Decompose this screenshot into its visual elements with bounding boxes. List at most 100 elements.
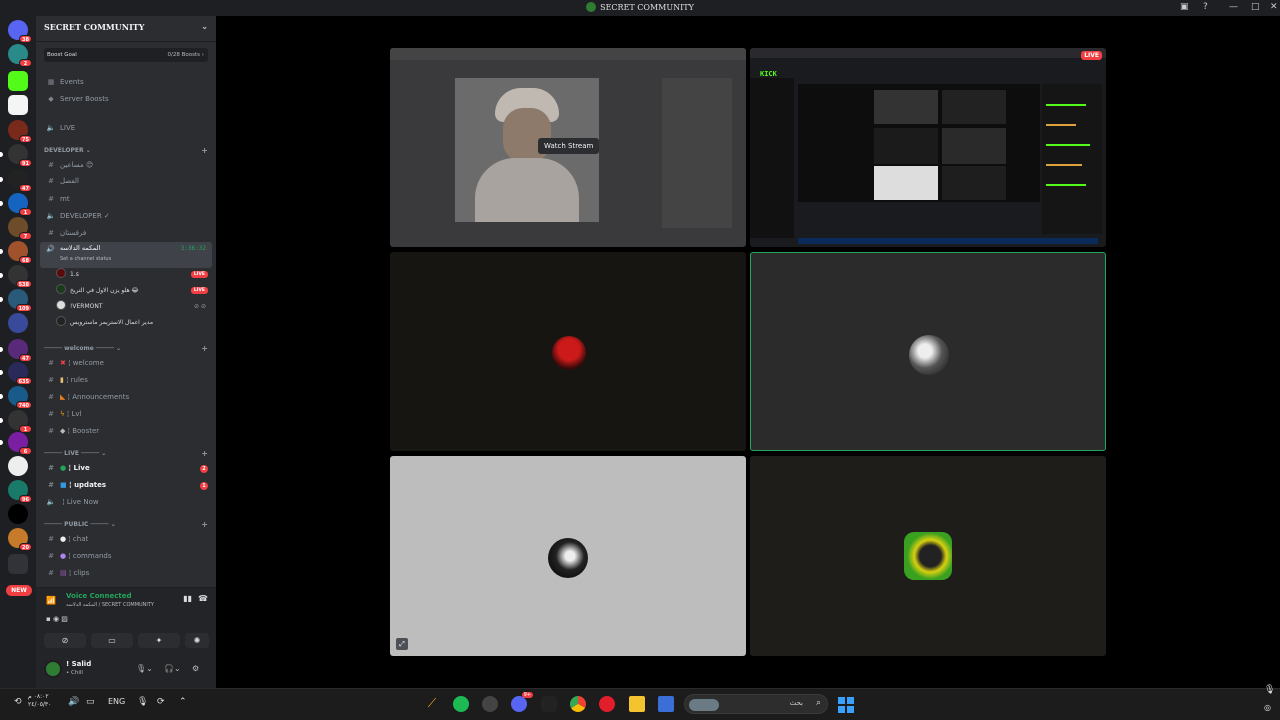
text-channel-chat[interactable]: # ● ¦ chat: [40, 532, 212, 547]
watch-stream-button[interactable]: Watch Stream: [538, 138, 600, 154]
folder-icon[interactable]: [8, 554, 28, 574]
server-header[interactable]: SECRET COMMUNITY ⌄: [36, 16, 216, 42]
headphones-icon[interactable]: 🎧⌄: [164, 664, 181, 673]
server-icon[interactable]: [8, 95, 28, 115]
category-public[interactable]: ───── PUBLIC ───── ⌄ +: [44, 520, 212, 530]
voice-user[interactable]: 1.s LIVE: [56, 267, 212, 283]
maximize-button[interactable]: □: [1251, 2, 1260, 12]
server-icon[interactable]: 91: [0, 144, 32, 167]
network-icon[interactable]: ⟲: [14, 697, 22, 707]
voice-channel-selected[interactable]: 🔊 المكمه الدلاسه 3:36:32 Set a channel s…: [40, 242, 212, 268]
server-icon[interactable]: 75: [8, 120, 32, 143]
help-icon[interactable]: ?: [1203, 2, 1208, 12]
camera-off-button[interactable]: ⊘: [44, 633, 86, 648]
category-welcome[interactable]: ───── welcome ───── ⌄ +: [44, 344, 212, 354]
text-channel[interactable]: # مساعين 😊: [40, 158, 212, 173]
discord-icon[interactable]: 9+: [511, 692, 533, 712]
server-icon[interactable]: 20: [8, 528, 32, 551]
text-channel-updates[interactable]: # ■ ¦ updates 1: [40, 478, 212, 493]
category-live[interactable]: ───── LIVE ───── ⌄ +: [44, 449, 212, 459]
soundboard-icon[interactable]: ▮▮: [183, 594, 192, 603]
text-channel-lvl[interactable]: # ϟ ¦ Lvl: [40, 407, 212, 422]
server-icon[interactable]: 7: [8, 217, 32, 240]
server-icon[interactable]: 1: [0, 193, 32, 216]
participant-tile[interactable]: ⤢: [390, 456, 746, 656]
direct-messages-icon[interactable]: 38: [8, 20, 32, 43]
spotify-icon[interactable]: [453, 696, 469, 712]
server-icon[interactable]: 68: [0, 241, 32, 264]
microphone-icon[interactable]: 🎙⌄: [136, 664, 153, 673]
language-indicator[interactable]: ENG: [108, 697, 125, 706]
app-icon[interactable]: [599, 696, 615, 712]
server-icon[interactable]: 47: [0, 339, 32, 362]
add-channel-icon[interactable]: +: [201, 344, 208, 354]
text-channel-commands[interactable]: # ● ¦ commands: [40, 549, 212, 564]
server-icon[interactable]: 538: [0, 265, 32, 288]
text-channel[interactable]: # الفصل: [40, 174, 212, 189]
app-icon[interactable]: [541, 696, 557, 712]
chevron-up-icon[interactable]: ⌃: [179, 697, 187, 707]
server-icon[interactable]: [8, 456, 28, 476]
participant-tile-speaking[interactable]: [750, 252, 1106, 451]
server-boosts-item[interactable]: ◆ Server Boosts: [40, 92, 212, 107]
text-channel[interactable]: # فرقستان: [40, 226, 212, 241]
add-channel-icon[interactable]: +: [201, 146, 208, 156]
participant-tile[interactable]: [390, 252, 746, 451]
soundboard-button[interactable]: ✺: [185, 633, 209, 648]
voice-channel[interactable]: 🔈 DEVELOPER ✓: [40, 209, 212, 224]
text-channel-rules[interactable]: # ▮ ¦ rules: [40, 373, 212, 388]
server-icon[interactable]: 109: [0, 289, 32, 312]
app-icon[interactable]: [482, 696, 498, 712]
activities-button[interactable]: ✦: [138, 633, 180, 648]
add-channel-icon[interactable]: +: [201, 449, 208, 459]
text-channel-live[interactable]: # ● ¦ Live 2: [40, 461, 212, 476]
server-icon[interactable]: 96: [8, 480, 32, 503]
server-icon[interactable]: 6: [0, 432, 32, 455]
close-button[interactable]: ✕: [1270, 2, 1278, 12]
search-input[interactable]: بحث ⌕: [684, 694, 828, 714]
microphone-icon[interactable]: 🎙: [137, 697, 148, 707]
voice-channel-live[interactable]: 🔈 LIVE: [40, 121, 212, 136]
disconnect-icon[interactable]: ☎: [198, 594, 208, 603]
events-item[interactable]: ▦ Events: [40, 75, 212, 90]
notification-icon[interactable]: ◎: [1264, 703, 1271, 712]
stream-tile[interactable]: Watch Stream: [390, 48, 746, 247]
gear-icon[interactable]: ⚙: [192, 664, 199, 673]
microphone-indicator-icon[interactable]: 🎙: [1264, 685, 1275, 695]
voice-channel-live-now[interactable]: 🔈 ¦ Live Now: [40, 495, 212, 510]
app-launcher-icon[interactable]: ⟋: [424, 696, 440, 712]
server-icon[interactable]: 47: [0, 169, 32, 192]
text-channel-clips[interactable]: # ▤ ¦ clips: [40, 566, 212, 581]
chrome-icon[interactable]: [570, 696, 586, 712]
server-icon[interactable]: [8, 504, 28, 524]
voice-user[interactable]: هلو يزن الاول في التريخ 😂 LIVE: [56, 283, 212, 299]
boost-goal-bar[interactable]: Boost Goal 0/28 Boosts ›: [44, 48, 208, 62]
sync-icon[interactable]: ⟳: [157, 697, 165, 707]
text-channel-announcements[interactable]: # ◣ ¦ Announcements: [40, 390, 212, 405]
inbox-icon[interactable]: ▣: [1180, 2, 1189, 12]
screenshare-tile[interactable]: KICK LIVE: [750, 48, 1106, 247]
volume-icon[interactable]: 🔊: [68, 697, 79, 707]
windows-start-icon[interactable]: [838, 697, 854, 713]
app-icon[interactable]: [658, 696, 674, 712]
display-icon[interactable]: ▭: [86, 697, 95, 707]
text-channel-welcome[interactable]: # ✖ ¦ welcome: [40, 356, 212, 371]
text-channel[interactable]: # mt: [40, 192, 212, 207]
server-icon[interactable]: 635: [0, 362, 32, 385]
server-icon[interactable]: 1: [0, 410, 32, 433]
server-icon[interactable]: [8, 313, 28, 333]
screen-share-button[interactable]: ▭: [91, 633, 133, 648]
file-explorer-icon[interactable]: [629, 696, 645, 712]
voice-user[interactable]: مدير اعمال الاستريمر ماسترويس: [56, 315, 212, 331]
add-channel-icon[interactable]: +: [201, 520, 208, 530]
clock[interactable]: ٠٨:٠٢ م ٢٤/٠٥/٣٠: [28, 693, 51, 709]
server-icon[interactable]: 740: [0, 386, 32, 409]
screen-share-icon[interactable]: ⤢: [396, 638, 408, 650]
participant-tile[interactable]: [750, 456, 1106, 656]
text-channel-booster[interactable]: # ◆ ¦ Booster: [40, 424, 212, 439]
avatar[interactable]: [44, 660, 62, 678]
server-icon[interactable]: 2: [8, 44, 32, 67]
category-developer[interactable]: DEVELOPER ⌄ +: [44, 146, 212, 156]
minimize-button[interactable]: —: [1229, 2, 1238, 12]
kick-server-icon[interactable]: [8, 71, 28, 91]
